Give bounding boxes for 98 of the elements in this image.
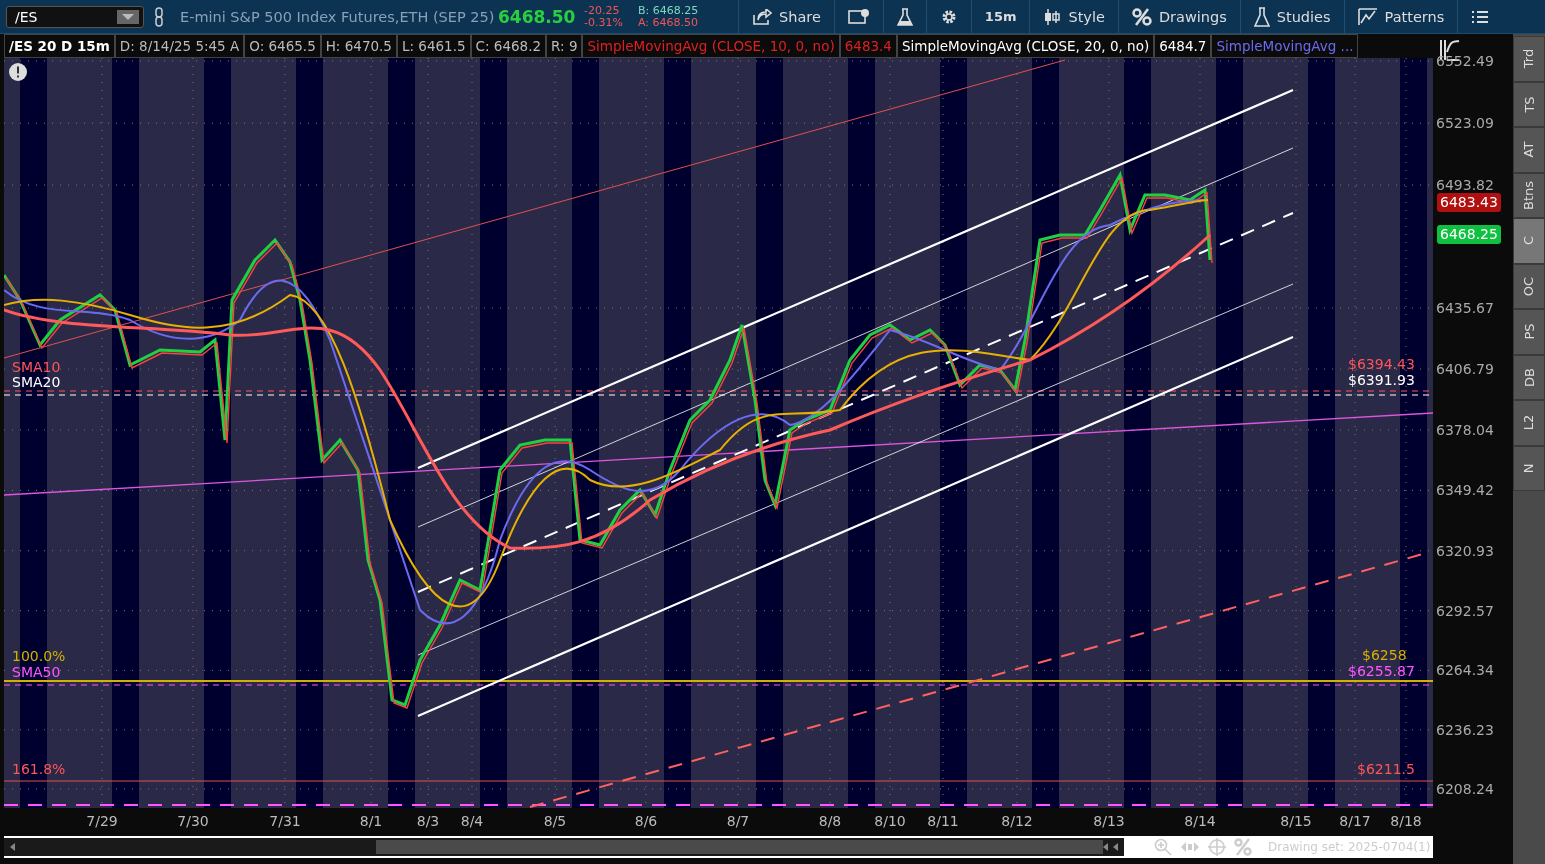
menu-icon xyxy=(1471,9,1490,24)
date-label: 8/4 xyxy=(460,813,484,829)
dropdown-icon[interactable] xyxy=(117,9,139,24)
level-label: SMA50 xyxy=(12,664,61,680)
side-tab[interactable]: N xyxy=(1513,445,1545,491)
study-label: SimpleMovingAvg (CLOSE, 20, 0, no) xyxy=(896,34,1155,58)
channel-line[interactable] xyxy=(417,336,1294,717)
side-tab[interactable]: Trd xyxy=(1513,36,1545,82)
alert-icon[interactable] xyxy=(9,63,27,81)
date-label: 8/3 xyxy=(416,813,440,829)
price-tick: 6523.09 xyxy=(1436,114,1494,133)
date-label: 8/10 xyxy=(874,813,906,829)
trend-line[interactable] xyxy=(4,412,1433,496)
trend-line[interactable] xyxy=(4,59,1066,359)
price-tick: 6378.04 xyxy=(1436,420,1494,439)
price-level-label: $6255.87 xyxy=(1348,663,1415,679)
channel-line[interactable] xyxy=(417,212,1294,593)
drawings-button[interactable]: Drawings xyxy=(1117,0,1240,34)
date-label: 8/14 xyxy=(1184,813,1216,829)
date-label: 8/6 xyxy=(634,813,658,829)
percent-change: -0.31% xyxy=(584,16,624,29)
flask-icon xyxy=(1253,6,1270,27)
ask-price: A: 6468.50 xyxy=(638,16,700,29)
date-label: 8/11 xyxy=(927,813,959,829)
study-label: SimpleMovingAvg ... xyxy=(1211,34,1359,58)
study-label: SimpleMovingAvg (CLOSE, 10, 0, no) xyxy=(582,34,840,58)
price-tag: 6468.25 xyxy=(1437,225,1501,244)
side-tab[interactable]: AT xyxy=(1513,127,1545,173)
price-tick: 6493.82 xyxy=(1436,176,1494,195)
side-tab[interactable]: DB xyxy=(1513,354,1545,400)
percent-icon xyxy=(1131,7,1152,26)
share-icon xyxy=(752,8,772,25)
studies-button[interactable]: Studies xyxy=(1239,0,1344,34)
price-tick: 6406.79 xyxy=(1436,360,1494,379)
chart-line-icon xyxy=(1357,7,1378,26)
channel-line[interactable] xyxy=(417,147,1294,528)
chart-title: /ES 20 D 15m xyxy=(4,34,115,58)
arrow-icon[interactable] xyxy=(10,843,16,851)
date-label: 8/18 xyxy=(1390,813,1422,829)
level-label: SMA20 xyxy=(12,374,61,390)
date-label: 8/1 xyxy=(359,813,383,829)
link-icon[interactable] xyxy=(154,5,164,28)
candlestick-icon xyxy=(1043,7,1062,26)
study-label: 6483.4 xyxy=(839,34,897,58)
arrows-icon[interactable] xyxy=(1102,843,1118,851)
last-price: 6468.50 xyxy=(498,6,577,27)
date-label: 7/29 xyxy=(86,813,118,829)
channel-line[interactable] xyxy=(417,283,1294,656)
study-label: H: 6470.5 xyxy=(320,34,397,58)
level-label: 161.8% xyxy=(12,761,66,777)
info-icon xyxy=(847,8,870,25)
price-tick: 6236.23 xyxy=(1436,720,1494,739)
price-level-label: $6211.5 xyxy=(1357,761,1415,777)
style-button[interactable]: Style xyxy=(1029,0,1118,34)
side-tab[interactable]: OC xyxy=(1513,263,1545,309)
net-change: -20.25 xyxy=(584,4,621,17)
price-tick: 6208.24 xyxy=(1436,780,1494,798)
side-tab[interactable]: L2 xyxy=(1513,400,1545,446)
price-tick: 6552.49 xyxy=(1436,52,1494,70)
share-button[interactable]: Share xyxy=(738,0,834,34)
flask-icon xyxy=(896,7,913,26)
side-tab[interactable]: PS xyxy=(1513,309,1545,355)
price-tick: 6349.42 xyxy=(1436,481,1494,500)
study-label: D: 8/14/25 5:45 A xyxy=(114,34,245,58)
date-label: 8/8 xyxy=(818,813,842,829)
price-tick: 6292.57 xyxy=(1436,601,1494,620)
side-tab[interactable]: TS xyxy=(1513,81,1545,127)
horizontal-scrollbar[interactable] xyxy=(4,838,1124,856)
date-label: 8/17 xyxy=(1339,813,1371,829)
price-tag: 6483.43 xyxy=(1437,193,1501,212)
study-label: R: 9 xyxy=(546,34,583,58)
price-tick: 6264.34 xyxy=(1436,661,1494,680)
date-label: 8/7 xyxy=(726,813,750,829)
price-tick: 6320.93 xyxy=(1436,541,1494,560)
symbol-field[interactable]: /ES xyxy=(6,5,144,28)
date-label: 8/13 xyxy=(1093,813,1125,829)
price-level-label: $6394.43 xyxy=(1348,356,1415,372)
price-level-label: $6391.93 xyxy=(1348,372,1415,388)
date-label: 8/12 xyxy=(1001,813,1033,829)
price-tick: 6435.67 xyxy=(1436,299,1494,318)
date-label: 7/30 xyxy=(177,813,209,829)
timeframe-button[interactable]: 15m xyxy=(970,0,1030,34)
bid-price: B: 6468.25 xyxy=(638,4,700,17)
instrument-description: E-mini S&P 500 Index Futures,ETH (SEP 25) xyxy=(180,8,496,25)
date-label: 7/31 xyxy=(269,813,301,829)
side-tab[interactable]: C xyxy=(1513,218,1545,264)
channel-line[interactable] xyxy=(417,89,1294,469)
date-label: 8/5 xyxy=(543,813,567,829)
date-label: 8/15 xyxy=(1280,813,1312,829)
study-label: L: 6461.5 xyxy=(396,34,471,58)
patterns-button[interactable]: Patterns xyxy=(1343,0,1458,34)
level-label: 100.0% xyxy=(12,648,66,664)
side-tab[interactable]: Btns xyxy=(1513,172,1545,218)
study-label: O: 6465.5 xyxy=(244,34,321,58)
price-level-label: $6258 xyxy=(1362,647,1407,663)
study-label: C: 6468.2 xyxy=(470,34,547,58)
level-label: SMA10 xyxy=(12,359,61,375)
study-label: 6484.7 xyxy=(1154,34,1212,58)
